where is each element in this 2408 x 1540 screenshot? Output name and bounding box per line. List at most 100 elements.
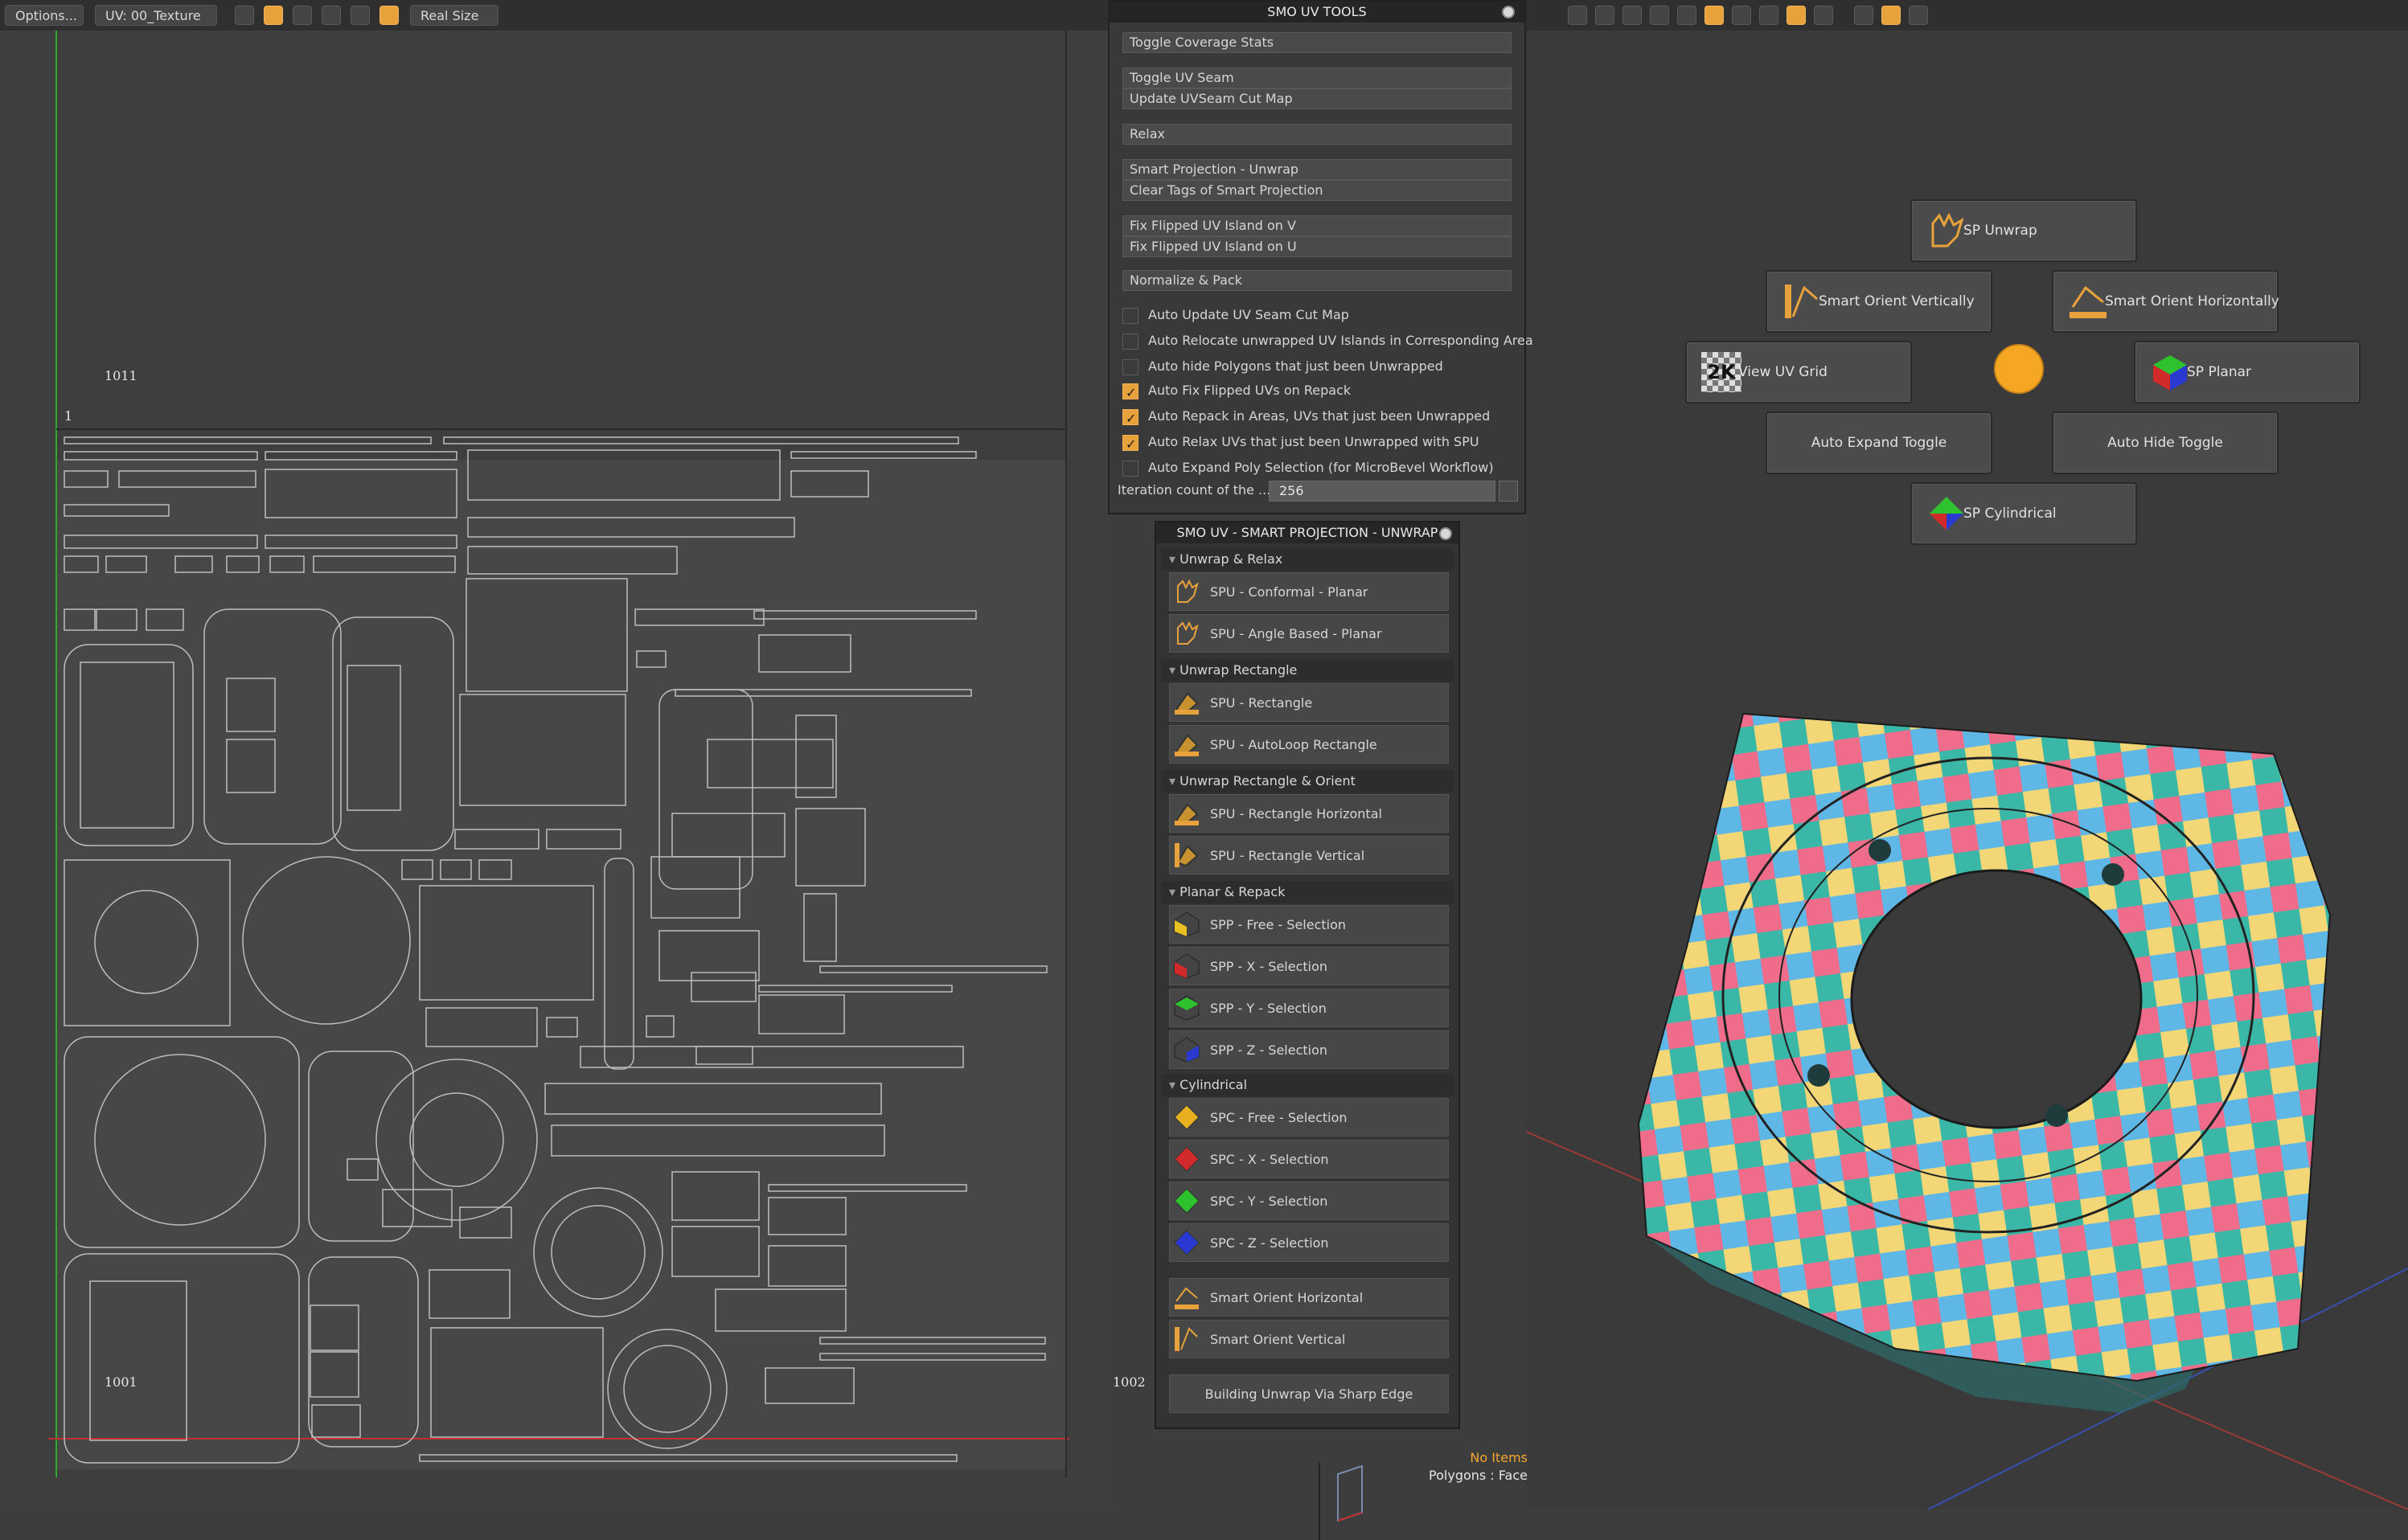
spc-x-selection-button[interactable]: SPC - X - Selection	[1169, 1140, 1449, 1178]
fix-flipped-u-button[interactable]: Fix Flipped UV Island on U	[1122, 236, 1512, 257]
target-icon[interactable]	[322, 6, 341, 25]
building-unwrap-sharp-edge-button[interactable]: Building Unwrap Via Sharp Edge	[1169, 1374, 1449, 1413]
cylinder-y-icon	[1174, 1188, 1200, 1214]
hand-icon	[1177, 579, 1199, 603]
checkbox-auto-update-seam[interactable]: Auto Update UV Seam Cut Map	[1122, 304, 1349, 326]
smart-projection-unwrap-button[interactable]: Smart Projection - Unwrap	[1122, 159, 1512, 180]
wireframe-icon[interactable]	[1568, 6, 1587, 25]
smart-orient-vertical-button[interactable]: Smart Orient Vertical	[1169, 1320, 1449, 1358]
spu-rectangle-horizontal-button[interactable]: SPU - Rectangle Horizontal	[1169, 794, 1449, 833]
checkbox-box[interactable]	[1122, 460, 1138, 477]
checkbox-label: Auto Repack in Areas, UVs that just been…	[1148, 408, 1491, 424]
screenshot-icon[interactable]	[1909, 6, 1928, 25]
spc-y-selection-button[interactable]: SPC - Y - Selection	[1169, 1182, 1449, 1220]
button-label: Smart Orient Horizontal	[1210, 1290, 1364, 1305]
spp-z-selection-button[interactable]: SPP - Z - Selection	[1169, 1030, 1449, 1069]
spu-rectangle-vertical-button[interactable]: SPU - Rectangle Vertical	[1169, 836, 1449, 874]
checkbox-auto-repack[interactable]: Auto Repack in Areas, UVs that just been…	[1122, 405, 1491, 430]
rectangle-vertical-icon	[1175, 843, 1199, 867]
relax-button[interactable]: Relax	[1122, 124, 1512, 145]
spu-conformal-planar-button[interactable]: SPU - Conformal - Planar	[1169, 572, 1449, 611]
render-icon[interactable]	[1881, 6, 1901, 25]
checkbox-auto-hide[interactable]: Auto hide Polygons that just been Unwrap…	[1122, 355, 1443, 378]
section-unwrap-relax[interactable]: Unwrap & Relax	[1161, 548, 1454, 571]
toggle-coverage-stats-button[interactable]: Toggle Coverage Stats	[1122, 32, 1512, 53]
pin-icon[interactable]	[1759, 6, 1778, 25]
section-unwrap-rectangle-orient[interactable]: Unwrap Rectangle & Orient	[1161, 770, 1454, 793]
iteration-stepper[interactable]	[1499, 481, 1518, 502]
spp-free-selection-button[interactable]: SPP - Free - Selection	[1169, 905, 1449, 944]
section-unwrap-rectangle[interactable]: Unwrap Rectangle	[1161, 659, 1454, 682]
snap-icon[interactable]	[379, 6, 399, 25]
button-label: Auto Hide Toggle	[2107, 435, 2223, 451]
checkbox-box[interactable]	[1122, 433, 1138, 456]
planar-z-icon	[1174, 1037, 1200, 1063]
checkbox-auto-relax[interactable]: Auto Relax UVs that just been Unwrapped …	[1122, 431, 1479, 456]
shaded-icon[interactable]	[1595, 6, 1614, 25]
checkbox-box[interactable]	[1122, 382, 1138, 404]
spu-autoloop-rectangle-button[interactable]: SPU - AutoLoop Rectangle	[1169, 725, 1449, 764]
options-button[interactable]: Options...	[5, 5, 84, 26]
pie-sp-unwrap-button[interactable]: SP Unwrap	[1910, 199, 2137, 262]
normalize-pack-button[interactable]: Normalize & Pack	[1122, 270, 1512, 291]
panel-title: SMO UV - SMART PROJECTION - UNWRAP	[1156, 522, 1458, 543]
pie-auto-expand-toggle-button[interactable]: Auto Expand Toggle	[1766, 412, 1992, 474]
crop-icon[interactable]	[235, 6, 254, 25]
frame-icon[interactable]	[1854, 6, 1873, 25]
checkbox-auto-fix-flipped[interactable]: Auto Fix Flipped UVs on Repack	[1122, 379, 1351, 404]
uv-map-selector[interactable]: UV: 00_Texture	[95, 5, 217, 26]
pie-view-uv-grid-button[interactable]: 2K View UV Grid	[1685, 341, 1912, 403]
spu-rectangle-button[interactable]: SPU - Rectangle	[1169, 683, 1449, 722]
pie-smart-orient-horizontally-button[interactable]: Smart Orient Horizontally	[2052, 270, 2279, 333]
panel-close-icon[interactable]	[1502, 6, 1515, 18]
uv-grid-icon[interactable]	[1787, 6, 1806, 25]
hand-icon	[1177, 621, 1199, 645]
spc-z-selection-button[interactable]: SPC - Z - Selection	[1169, 1223, 1449, 1262]
checkbox-box[interactable]	[1122, 358, 1138, 375]
button-label: SP Cylindrical	[1963, 506, 2057, 522]
spc-free-selection-button[interactable]: SPC - Free - Selection	[1169, 1098, 1449, 1137]
uv-overlay-icon[interactable]	[264, 6, 283, 25]
toggle-uv-seam-button[interactable]: Toggle UV Seam	[1122, 68, 1512, 88]
uv-viewport[interactable]: 1011 1 1001 1002	[0, 31, 1146, 1509]
pie-sp-cylindrical-button[interactable]: SP Cylindrical	[1910, 482, 2137, 545]
smart-orient-horizontal-button[interactable]: Smart Orient Horizontal	[1169, 1278, 1449, 1317]
section-cylindrical[interactable]: Cylindrical	[1161, 1074, 1454, 1096]
iteration-count-field[interactable]: 256	[1269, 481, 1495, 502]
grid-toggle-icon[interactable]	[351, 6, 370, 25]
smo-uv-tools-panel: SMO UV TOOLS Toggle Coverage Stats Toggl…	[1108, 0, 1533, 514]
brush-icon[interactable]	[1814, 6, 1833, 25]
real-size-button[interactable]: Real Size	[410, 5, 498, 26]
pie-sp-planar-button[interactable]: SP Planar	[2134, 341, 2361, 403]
smart-projection-panel: SMO UV - SMART PROJECTION - UNWRAP Unwra…	[1155, 521, 1460, 1429]
spp-y-selection-button[interactable]: SPP - Y - Selection	[1169, 989, 1449, 1027]
button-label: SPC - X - Selection	[1210, 1152, 1329, 1167]
checkbox-box[interactable]	[1122, 333, 1138, 350]
pie-auto-hide-toggle-button[interactable]: Auto Hide Toggle	[2052, 412, 2279, 474]
panel-close-icon[interactable]	[1439, 527, 1452, 540]
pattern-icon[interactable]	[293, 6, 312, 25]
button-label: SPU - Conformal - Planar	[1210, 584, 1368, 600]
checkbox-box[interactable]	[1122, 408, 1138, 430]
checkbox-auto-expand[interactable]: Auto Expand Poly Selection (for MicroBev…	[1122, 457, 1494, 479]
button-label: SPU - AutoLoop Rectangle	[1210, 737, 1377, 752]
checker-icon[interactable]	[1650, 6, 1669, 25]
texture-icon[interactable]	[1622, 6, 1642, 25]
hand-icon	[1931, 212, 1964, 248]
layers-icon[interactable]	[1677, 6, 1696, 25]
button-label: SPU - Angle Based - Planar	[1210, 626, 1382, 641]
checkbox-label: Auto Update UV Seam Cut Map	[1148, 307, 1349, 322]
button-label: SPU - Rectangle	[1210, 695, 1313, 711]
pie-smart-orient-vertically-button[interactable]: Smart Orient Vertically	[1766, 270, 1992, 333]
checkbox-box[interactable]	[1122, 307, 1138, 324]
checkbox-auto-relocate[interactable]: Auto Relocate unwrapped UV Islands in Co…	[1122, 330, 1533, 352]
spp-x-selection-button[interactable]: SPP - X - Selection	[1169, 947, 1449, 985]
fix-flipped-v-button[interactable]: Fix Flipped UV Island on V	[1122, 215, 1512, 236]
spu-angle-based-planar-button[interactable]: SPU - Angle Based - Planar	[1169, 614, 1449, 653]
planar-cube-icon	[2153, 355, 2187, 391]
lighting-icon[interactable]	[1704, 6, 1724, 25]
clear-tags-button[interactable]: Clear Tags of Smart Projection	[1122, 180, 1512, 201]
section-planar-repack[interactable]: Planar & Repack	[1161, 881, 1454, 903]
camera-icon[interactable]	[1732, 6, 1751, 25]
update-uvseam-cut-map-button[interactable]: Update UVSeam Cut Map	[1122, 88, 1512, 109]
